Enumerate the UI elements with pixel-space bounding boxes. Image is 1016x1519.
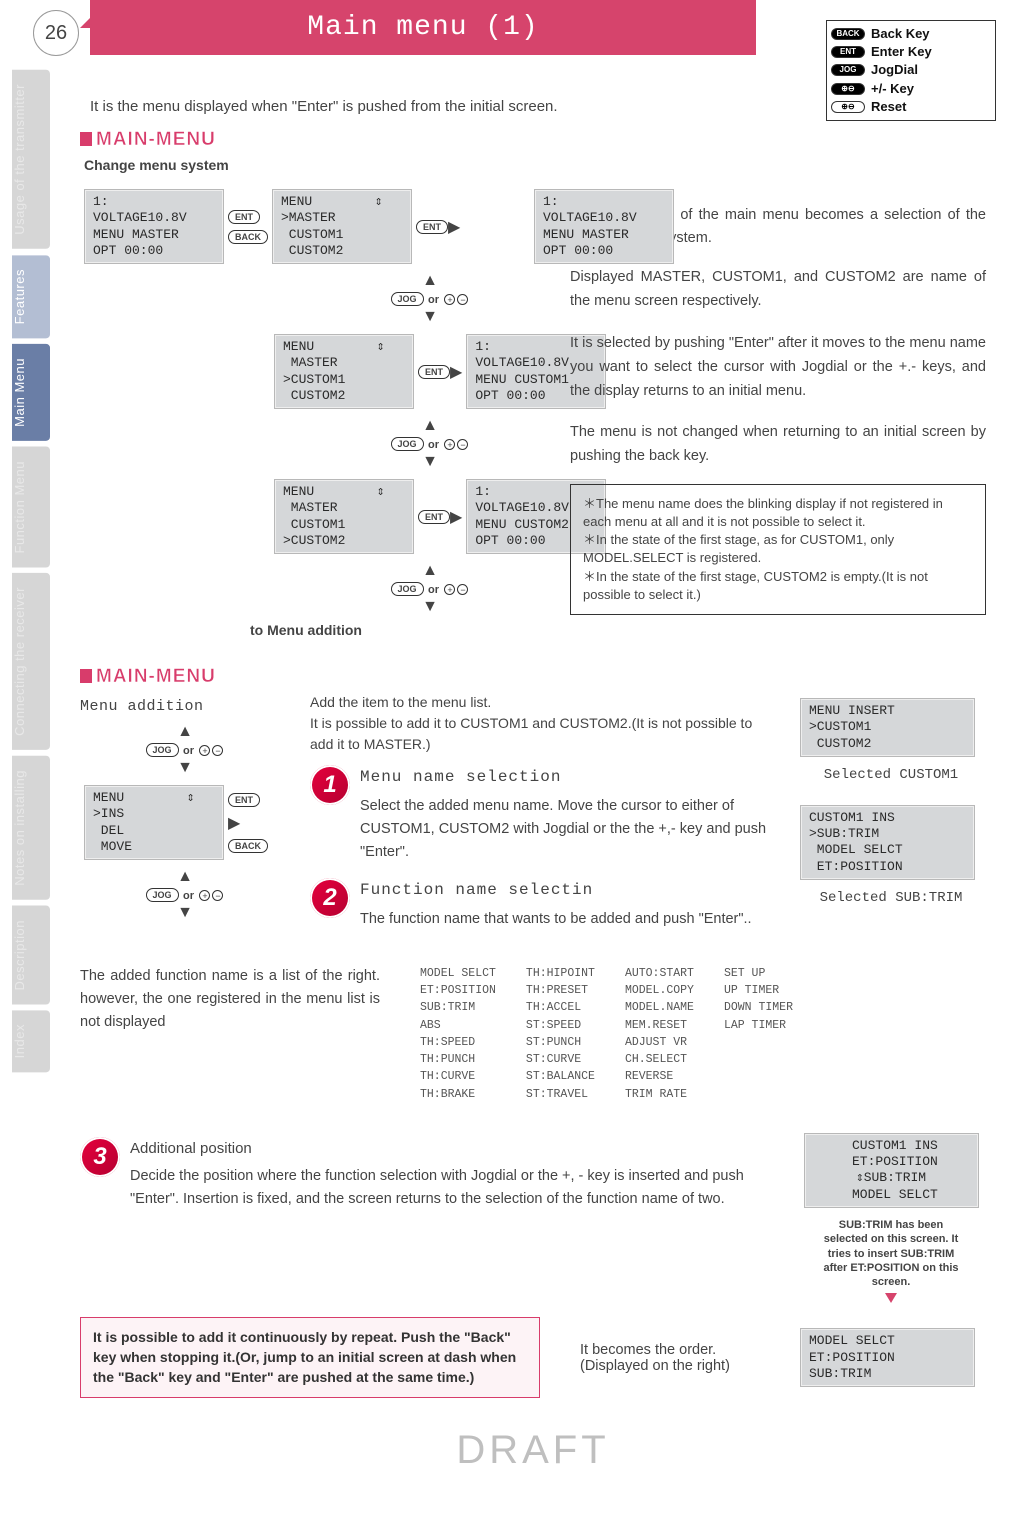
- order-note: It becomes the order. (Displayed on the …: [560, 1342, 776, 1374]
- tab-function-menu[interactable]: Function Menu: [12, 447, 50, 568]
- jog-icon: JOG: [831, 64, 865, 76]
- add-intro: Add the item to the menu list. It is pos…: [310, 692, 776, 755]
- lcd-menu-master: MENU ⇕ >MASTER CUSTOM1 CUSTOM2: [272, 189, 412, 264]
- selected-custom1-label: Selected CUSTOM1: [796, 767, 986, 783]
- jog-button[interactable]: JOG: [391, 292, 424, 306]
- lcd-menu-insert: MENU INSERT >CUSTOM1 CUSTOM2: [800, 698, 975, 757]
- section-main-menu-1: MAIN-MENU: [80, 129, 986, 151]
- tab-usage[interactable]: Usage of the transmitter: [12, 70, 50, 249]
- note-box: ＊The menu name does the blinking display…: [570, 484, 986, 615]
- ent-button-5[interactable]: ENT: [228, 793, 260, 807]
- para-4: The menu is not changed when returning t…: [570, 421, 986, 469]
- back-button[interactable]: BACK: [228, 230, 268, 244]
- position-caption: SUB:TRIM has been selected on this scree…: [816, 1218, 966, 1289]
- lcd-position: CUSTOM1 INS ET:POSITION ⇕SUB:TRIM MODEL …: [804, 1133, 979, 1208]
- minus-key[interactable]: −: [457, 294, 468, 305]
- tab-description[interactable]: Description: [12, 906, 50, 1005]
- step-3-text: Decide the position where the function s…: [130, 1165, 776, 1211]
- page-number: 26: [33, 10, 79, 56]
- lcd-menu-custom1: MENU ⇕ MASTER >CUSTOM1 CUSTOM2: [274, 334, 414, 409]
- tab-notes[interactable]: Notes on installing: [12, 756, 50, 900]
- jog-button-5[interactable]: JOG: [146, 888, 179, 902]
- lcd-menu-custom2: MENU ⇕ MASTER CUSTOM1 >CUSTOM2: [274, 479, 414, 554]
- jog-button-4[interactable]: JOG: [146, 743, 179, 757]
- step-2-icon: 2: [310, 878, 350, 918]
- para-3: It is selected by pushing "Enter" after …: [570, 332, 986, 404]
- function-name-list: MODEL SELCT ET:POSITION SUB:TRIM ABS TH:…: [420, 965, 793, 1103]
- step-3-icon: 3: [80, 1137, 120, 1177]
- back-button-2[interactable]: BACK: [228, 839, 268, 853]
- draft-watermark: DRAFT: [80, 1428, 986, 1473]
- section-main-menu-2: MAIN-MENU: [80, 666, 986, 688]
- ent-button-3[interactable]: ENT: [418, 365, 450, 379]
- key-legend: BACKBack Key ENTEnter Key JOGJogDial ⊕⊖+…: [826, 20, 996, 121]
- page-title: Main menu (1): [90, 0, 756, 55]
- step-2-text: The function name that wants to be added…: [360, 908, 752, 931]
- change-menu-label: Change menu system: [84, 157, 986, 173]
- ent-button-4[interactable]: ENT: [418, 510, 450, 524]
- back-icon: BACK: [831, 28, 865, 40]
- arrow-down-icon: [885, 1293, 897, 1303]
- step-1-icon: 1: [310, 765, 350, 805]
- para-2: Displayed MASTER, CUSTOM1, and CUSTOM2 a…: [570, 266, 986, 314]
- lcd-ins-del-move: MENU ⇕ >INS DEL MOVE: [84, 785, 224, 860]
- menu-addition-label: Menu addition: [80, 698, 290, 715]
- enter-icon: ENT: [831, 46, 865, 58]
- tab-main-menu[interactable]: Main Menu: [12, 344, 50, 441]
- tab-features[interactable]: Features: [12, 255, 50, 338]
- step-1-title: Menu name selection: [360, 765, 776, 791]
- step-3-title: Additional position: [130, 1137, 776, 1161]
- repeat-note-box: It is possible to add it continuously by…: [80, 1317, 540, 1398]
- listed-note: The added function name is a list of the…: [80, 965, 380, 1103]
- lcd-initial: 1: VOLTAGE10.8V MENU MASTER OPT 00:00: [84, 189, 224, 264]
- lcd-result: MODEL SELCT ET:POSITION SUB:TRIM: [800, 1328, 975, 1387]
- jog-button-2[interactable]: JOG: [391, 437, 424, 451]
- to-menu-addition: to Menu addition: [250, 622, 550, 638]
- side-tabs: Usage of the transmitter Features Main M…: [0, 70, 60, 1079]
- plus-key[interactable]: +: [444, 294, 455, 305]
- tab-index[interactable]: Index: [12, 1010, 50, 1072]
- ent-button-2[interactable]: ENT: [416, 220, 448, 234]
- reset-icon: ⊕⊖: [831, 101, 865, 113]
- lcd-custom1-ins: CUSTOM1 INS >SUB:TRIM MODEL SELCT ET:POS…: [800, 805, 975, 880]
- lcd-master-selected: 1: VOLTAGE10.8V MENU MASTER OPT 00:00: [534, 189, 674, 264]
- selected-subtrim-label: Selected SUB:TRIM: [796, 890, 986, 906]
- jog-button-3[interactable]: JOG: [391, 582, 424, 596]
- ent-button[interactable]: ENT: [228, 210, 260, 224]
- tab-connecting[interactable]: Connecting the receiver: [12, 573, 50, 750]
- plusminus-icon: ⊕⊖: [831, 83, 865, 95]
- step-1-text: Select the added menu name. Move the cur…: [360, 795, 776, 865]
- step-2-title: Function name selectin: [360, 878, 752, 904]
